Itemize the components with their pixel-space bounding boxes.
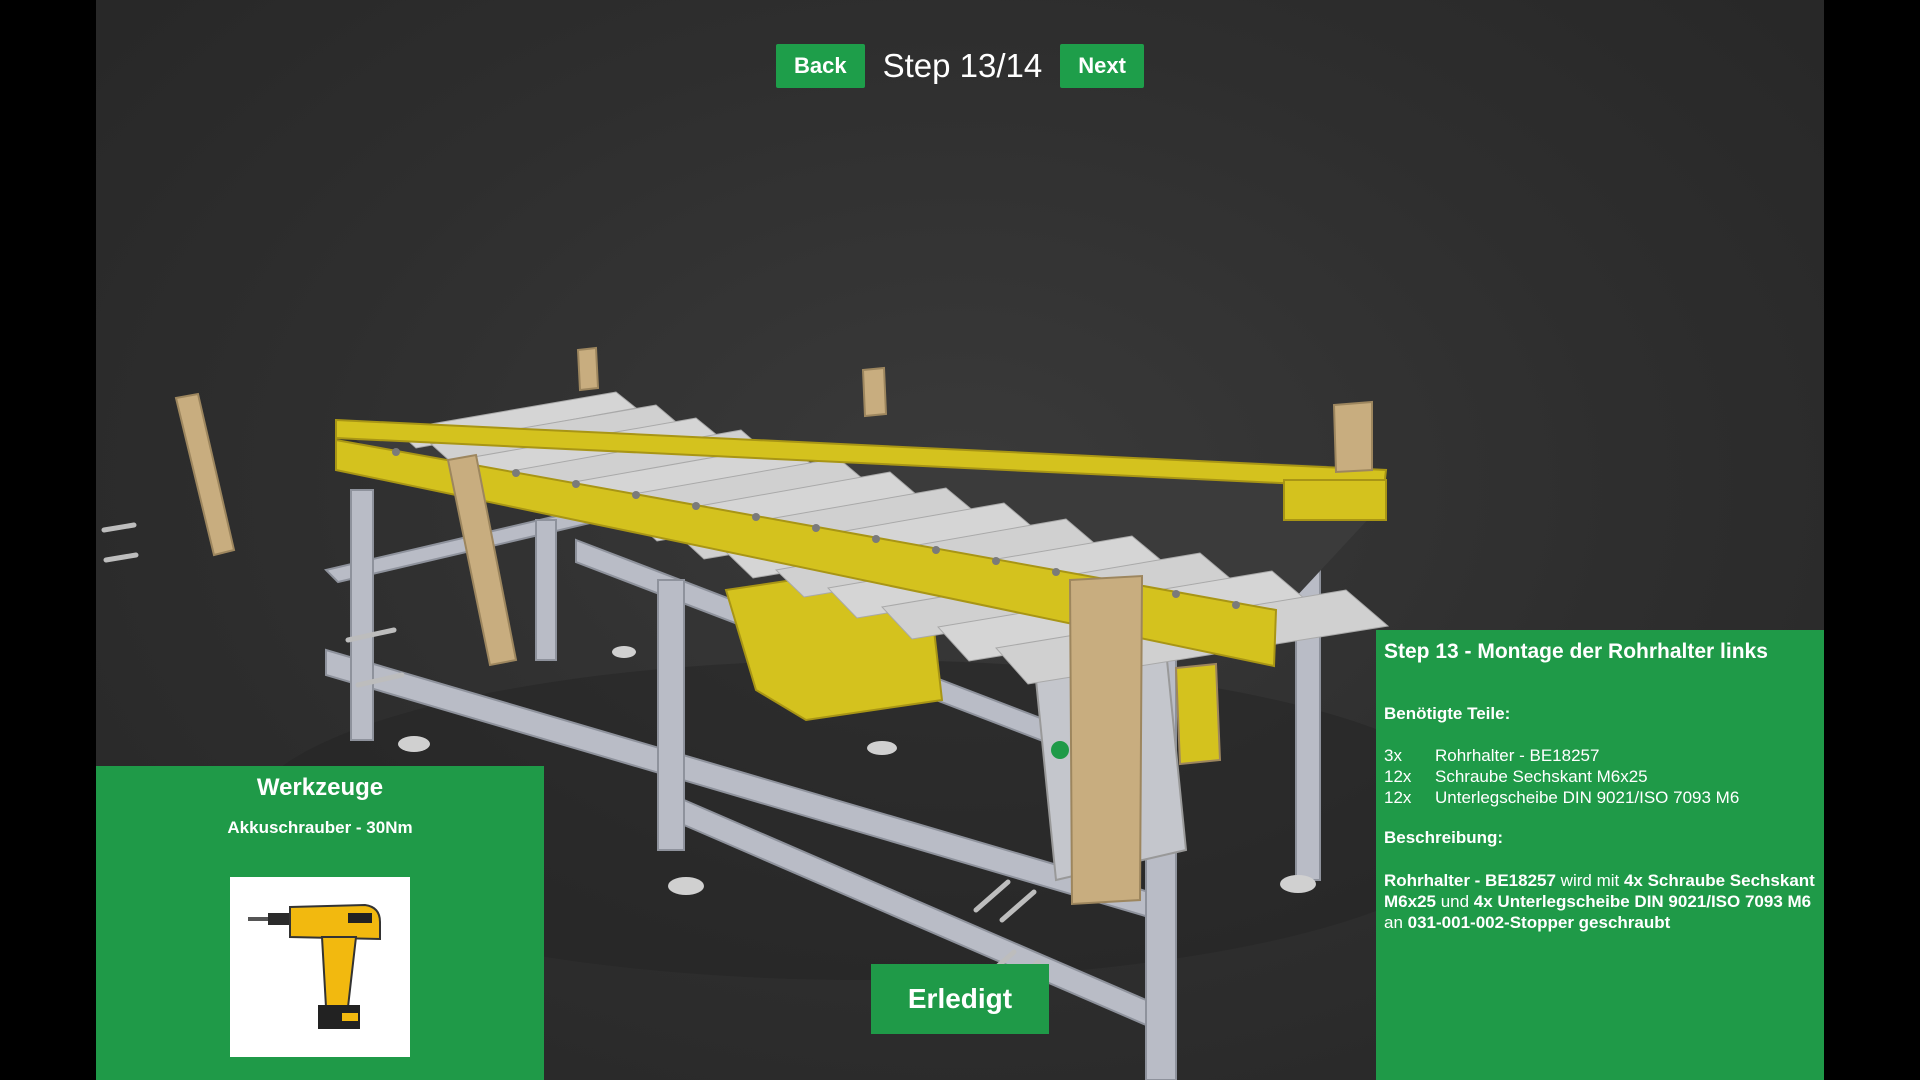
step-counter: Step 13/14 — [882, 47, 1043, 84]
parts-heading: Benötigte Teile: — [1384, 704, 1511, 723]
list-item: 12x Unterlegscheibe DIN 9021/ISO 7093 M6 — [1384, 787, 1739, 808]
desc-text: wird mit — [1555, 871, 1624, 890]
list-item: 12x Schraube Sechskant M6x25 — [1384, 766, 1739, 787]
list-item: 3x Rohrhalter - BE18257 — [1384, 745, 1739, 766]
desc-text: an — [1384, 913, 1408, 932]
part-qty: 3x — [1384, 746, 1402, 765]
desc-target: 031-001-002-Stopper geschraubt — [1407, 913, 1671, 932]
part-name: Rohrhalter - BE18257 — [1435, 746, 1600, 765]
part-qty: 12x — [1384, 788, 1412, 807]
description-heading: Beschreibung: — [1384, 828, 1504, 847]
done-button[interactable]: Erledigt — [871, 964, 1049, 1034]
parts-list: 3x Rohrhalter - BE18257 12x Schraube Sec… — [1384, 745, 1739, 808]
desc-text: und — [1435, 892, 1474, 911]
part-name: Unterlegscheibe DIN 9021/ISO 7093 M6 — [1435, 788, 1740, 807]
part-qty: 12x — [1384, 767, 1412, 786]
step-description: Rohrhalter - BE18257 wird mit 4x Schraub… — [1384, 870, 1816, 933]
cordless-drill-icon — [248, 903, 381, 1029]
tools-panel: Werkzeuge Akkuschrauber - 30Nm — [96, 766, 544, 1080]
back-button[interactable]: Back — [776, 44, 865, 88]
part-name: Schraube Sechskant M6x25 — [1435, 767, 1648, 786]
tools-title: Werkzeuge — [256, 774, 384, 801]
desc-part: Rohrhalter - BE18257 — [1384, 871, 1556, 890]
tool-name: Akkuschrauber - 30Nm — [227, 818, 413, 837]
tool-image — [230, 877, 410, 1057]
step-navigation: Back Step 13/14 Next — [0, 44, 1920, 88]
step-title: Step 13 - Montage der Rohrhalter links — [1384, 640, 1768, 663]
desc-washers: 4x Unterlegscheibe DIN 9021/ISO 7093 M6 — [1473, 892, 1812, 911]
step-info-panel: Step 13 - Montage der Rohrhalter links B… — [1376, 630, 1824, 1080]
next-button[interactable]: Next — [1060, 44, 1144, 88]
